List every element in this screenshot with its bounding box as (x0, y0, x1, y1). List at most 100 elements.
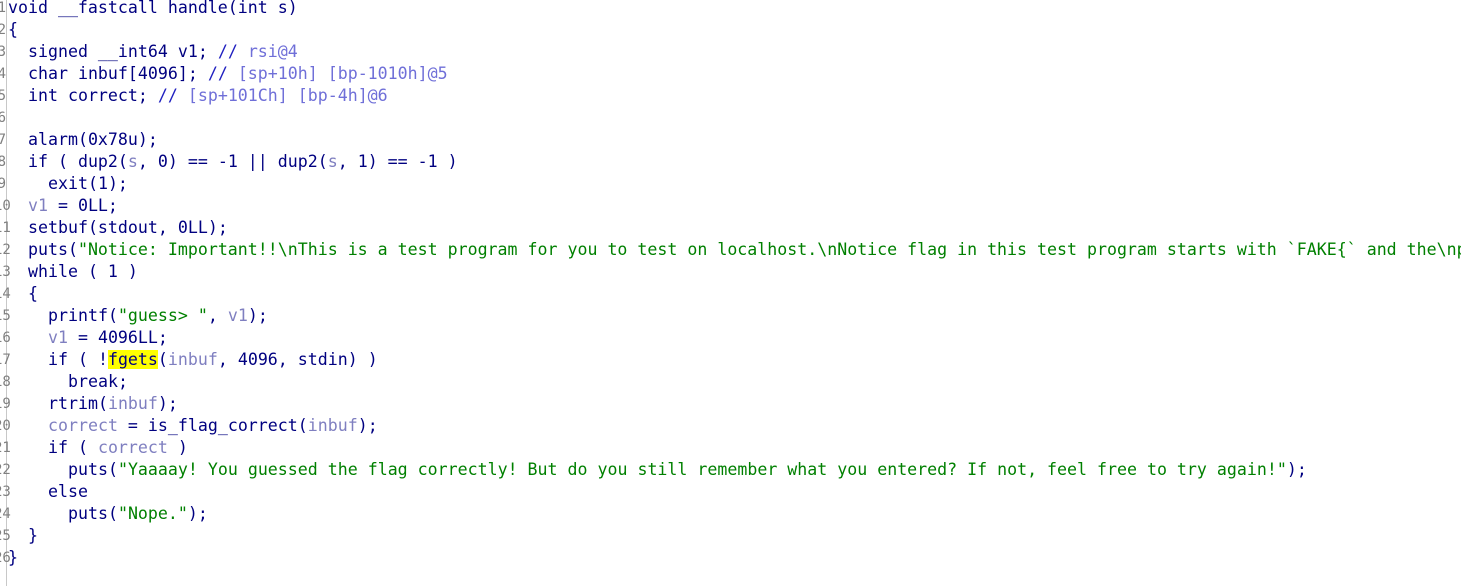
plain-token[interactable]: puts( (68, 460, 118, 479)
cmt-token[interactable]: // (208, 64, 238, 83)
code-text: puts("Yaaaay! You guessed the flag corre… (68, 459, 1307, 481)
plain-token[interactable]: = 0LL; (48, 196, 118, 215)
code-line[interactable]: 26} (0, 547, 1461, 569)
plain-token[interactable]: break; (68, 372, 128, 391)
line-number: 17 (0, 352, 11, 368)
code-line[interactable]: 21 if ( correct ) (0, 437, 1461, 459)
line-number: 15 (0, 308, 11, 324)
plain-token[interactable]: ); (358, 416, 378, 435)
cmtv-token[interactable]: [sp+101Ch] [bp-4h]@6 (188, 86, 388, 105)
plain-token[interactable]: signed __int64 v1; (28, 42, 218, 61)
code-line[interactable]: 8 if ( dup2(s, 0) == -1 || dup2(s, 1) == … (0, 151, 1461, 173)
plain-token[interactable]: } (8, 548, 18, 567)
code-line[interactable]: 4 char inbuf[4096]; // [sp+10h] [bp-1010h… (0, 63, 1461, 85)
plain-token[interactable]: ) (168, 438, 188, 457)
str-token[interactable]: "Nope." (118, 504, 188, 523)
cmtv-token[interactable]: [sp+10h] [bp-1010h]@5 (238, 64, 448, 83)
plain-token[interactable]: exit(1); (48, 174, 128, 193)
code-line[interactable]: 11 setbuf(stdout, 0LL); (0, 217, 1461, 239)
plain-token[interactable]: { (8, 20, 18, 39)
plain-token[interactable]: { (28, 284, 38, 303)
plain-token[interactable]: char inbuf[4096]; (28, 64, 208, 83)
var-token[interactable]: v1 (48, 328, 68, 347)
plain-token[interactable]: setbuf(stdout, 0LL); (28, 218, 228, 237)
code-text: while ( 1 ) (28, 261, 138, 283)
str-token[interactable]: "guess> " (118, 306, 208, 325)
plain-token[interactable]: void __fastcall handle(int s) (8, 0, 298, 17)
highlighted-token[interactable]: fgets (107, 350, 158, 369)
var-token[interactable]: inbuf (168, 350, 218, 369)
plain-token[interactable]: int correct; (28, 86, 158, 105)
code-text: correct = is_flag_correct(inbuf); (48, 415, 378, 437)
code-line[interactable]: 12 puts("Notice: Important!!\nThis is a t… (0, 239, 1461, 261)
code-line[interactable]: 3 signed __int64 v1; // rsi@4 (0, 41, 1461, 63)
plain-token[interactable]: ); (188, 504, 208, 523)
plain-token[interactable]: else (48, 482, 88, 501)
code-line[interactable]: 14 { (0, 283, 1461, 305)
plain-token[interactable]: if ( ! (48, 350, 108, 369)
code-text: printf("guess> ", v1); (48, 305, 268, 327)
plain-token[interactable]: ); (158, 394, 178, 413)
code-line[interactable]: 22 puts("Yaaaay! You guessed the flag cor… (0, 459, 1461, 481)
plain-token[interactable]: , 0) == -1 || dup2( (138, 152, 328, 171)
plain-token[interactable]: puts( (68, 504, 118, 523)
line-number: 22 (0, 462, 11, 478)
code-line[interactable]: 16 v1 = 4096LL; (0, 327, 1461, 349)
code-line[interactable]: 19 rtrim(inbuf); (0, 393, 1461, 415)
plain-token[interactable]: = is_flag_correct( (118, 416, 308, 435)
plain-token[interactable]: ); (1287, 460, 1307, 479)
code-line[interactable]: 13 while ( 1 ) (0, 261, 1461, 283)
code-line[interactable]: 20 correct = is_flag_correct(inbuf); (0, 415, 1461, 437)
cmt-token[interactable]: // (218, 42, 248, 61)
plain-token[interactable]: = 4096LL; (68, 328, 168, 347)
code-line[interactable]: 5 int correct; // [sp+101Ch] [bp-4h]@6 (0, 85, 1461, 107)
code-line[interactable]: 1 void __fastcall handle(int s) (0, 0, 1461, 19)
code-line[interactable]: 2{ (0, 19, 1461, 41)
str-token[interactable]: "Yaaaay! You guessed the flag correctly!… (118, 460, 1287, 479)
code-text: else (48, 481, 88, 503)
code-text: signed __int64 v1; // rsi@4 (28, 41, 298, 63)
plain-token[interactable]: puts( (28, 240, 78, 259)
plain-token[interactable]: , (208, 306, 228, 325)
line-number: 19 (0, 396, 11, 412)
plain-token[interactable]: rtrim( (48, 394, 108, 413)
code-line[interactable]: 24 puts("Nope."); (0, 503, 1461, 525)
code-line[interactable]: 10 v1 = 0LL; (0, 195, 1461, 217)
plain-token[interactable]: ); (248, 306, 268, 325)
cmt-token[interactable]: // (158, 86, 188, 105)
cmtv-token[interactable]: rsi@4 (248, 42, 298, 61)
plain-token[interactable]: printf( (48, 306, 118, 325)
code-text: } (8, 547, 18, 569)
plain-token[interactable]: alarm(0x78u); (28, 130, 158, 149)
var-token[interactable]: inbuf (108, 394, 158, 413)
code-line[interactable]: 7 alarm(0x78u); (0, 129, 1461, 151)
pseudocode-view[interactable]: 1 void __fastcall handle(int s) 2{3 signed … (0, 0, 1461, 586)
code-line[interactable]: 17 if ( !fgets(inbuf, 4096, stdin) ) (0, 349, 1461, 371)
code-line[interactable]: 6 (0, 107, 1461, 129)
code-text: puts("Notice: Important!!\nThis is a tes… (28, 239, 1461, 261)
plain-token[interactable]: , 4096, stdin) ) (218, 350, 378, 369)
var-token[interactable]: s (128, 152, 138, 171)
code-line[interactable]: 9 exit(1); (0, 173, 1461, 195)
code-line[interactable]: 18 break; (0, 371, 1461, 393)
plain-token[interactable]: if ( dup2( (28, 152, 128, 171)
code-text: { (8, 19, 18, 41)
var-token[interactable]: correct (48, 416, 118, 435)
plain-token[interactable]: , 1) == -1 ) (338, 152, 458, 171)
plain-token[interactable]: while ( 1 ) (28, 262, 138, 281)
var-token[interactable]: v1 (228, 306, 248, 325)
var-token[interactable]: correct (98, 438, 168, 457)
code-line[interactable]: 23 else (0, 481, 1461, 503)
str-token[interactable]: "Notice: Important!!\nThis is a test pro… (78, 240, 1461, 259)
code-text: exit(1); (48, 173, 128, 195)
code-line[interactable]: 15 printf("guess> ", v1); (0, 305, 1461, 327)
line-number: 18 (0, 374, 11, 390)
var-token[interactable]: inbuf (308, 416, 358, 435)
plain-token[interactable]: ( (158, 350, 168, 369)
code-line[interactable]: 25} (0, 525, 1461, 547)
var-token[interactable]: s (328, 152, 338, 171)
code-text: v1 = 0LL; (28, 195, 118, 217)
plain-token[interactable]: } (28, 526, 38, 545)
plain-token[interactable]: if ( (48, 438, 98, 457)
var-token[interactable]: v1 (28, 196, 48, 215)
